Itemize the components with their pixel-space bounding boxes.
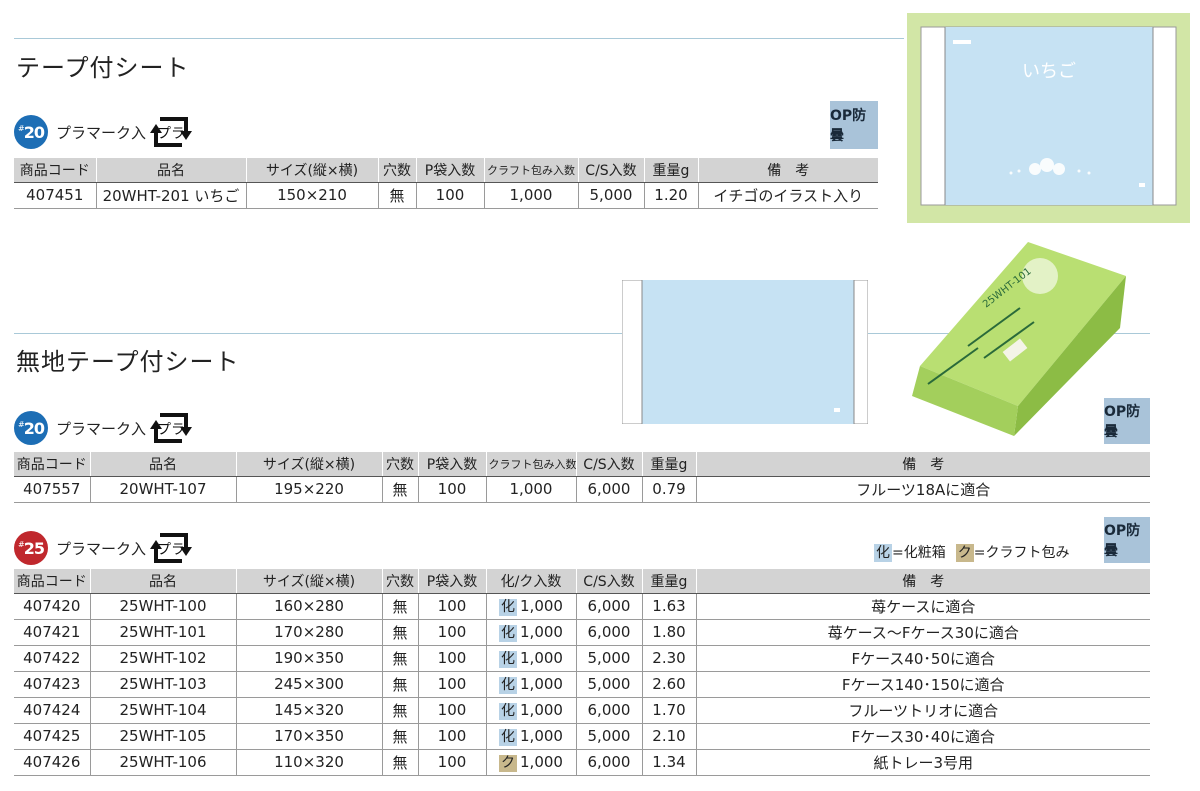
packaging-qty: 1,000 [520,752,563,771]
table-row: 407557 20WHT-107 195×220 無 100 1,000 6,0… [14,475,1150,503]
table-row: 407420 25WHT-100 160×280 無 100 化 1,000 6,000 1.6… [14,592,1150,620]
table-header-row: 商品コード 品名 サイズ(縦×横) 穴数 P袋入数 クラフト包み入数 C/S入数… [14,452,1150,477]
pla-recycle-icon: プラ [150,413,193,443]
legend-ku-text: =クラフト包み [973,545,1070,561]
op-antifog-badge: OP防曇 [1104,517,1150,563]
table-row: 407421 25WHT-101 170×280 無 100 化 1,000 6,000 1.8… [14,619,1150,646]
op-antifog-badge: OP防曇 [830,101,878,149]
legend-ku-mark: ク [955,544,974,562]
plain-sheet-image [622,280,868,424]
packaging-qty: 1,000 [520,622,563,641]
table-row: 407426 25WHT-106 110×320 無 100 ク 1,000 6,000 1.3… [14,749,1150,776]
packaging-qty: 1,000 [520,648,563,667]
table-header-row: 商品コード 品名 サイズ(縦×横) 穴数 P袋入数 クラフト包み入数 C/S入数… [14,158,878,183]
strawberry-sheet-image: いちご [907,13,1190,223]
svg-text:プラ: プラ [157,422,185,438]
section2-group1-header: #20 プラマーク入 プラ [14,410,193,446]
legend-ka-text: =化粧箱 [892,545,946,561]
pla-recycle-icon: プラ [150,533,193,563]
section1-rule [14,38,904,39]
section2-group2-header: #25 プラマーク入 プラ [14,530,193,566]
table-row: 407422 25WHT-102 190×350 無 100 化 1,000 5,000 2.3… [14,645,1150,672]
table-header-row: 商品コード 品名 サイズ(縦×横) 穴数 P袋入数 化/ク入数 C/S入数 重量… [14,569,1150,594]
packaging-qty: 1,000 [520,596,563,615]
table-row: 407423 25WHT-103 245×300 無 100 化 1,000 5,000 2.6… [14,671,1150,698]
packaging-kind-mark: 化 [499,650,518,668]
pla-mark-label: プラマーク入 [56,123,147,142]
pla-mark-label: プラマーク入 [56,539,147,558]
packaging-qty: 1,000 [520,726,563,745]
table-row: 407424 25WHT-104 145×320 無 100 化 1,000 6,000 1.7… [14,697,1150,724]
svg-text:プラ: プラ [157,126,185,142]
op-antifog-badge: OP防曇 [1104,398,1150,444]
section2-title: 無地テープ付シート [16,348,240,376]
packaging-qty: 1,000 [520,674,563,693]
thickness-badge: #20 [14,411,48,445]
table-row: 407425 25WHT-105 170×350 無 100 化 1,000 5,000 2.1… [14,723,1150,750]
table-row: 407451 20WHT-201 いちご 150×210 無 100 1,000… [14,181,878,209]
strawberry-label: いちご [1022,61,1076,82]
thickness-badge: #20 [14,115,48,149]
svg-text:プラ: プラ [157,542,185,558]
product-box-image: 25WHT-101 [912,242,1126,436]
packaging-kind-mark: 化 [499,676,518,694]
pla-recycle-icon: プラ [150,117,193,147]
section1-group-header: #20 プラマーク入 プラ [14,114,193,150]
thickness-badge: #25 [14,531,48,565]
packaging-kind-mark: ク [499,754,518,772]
section1-spec-table: 商品コード 品名 サイズ(縦×横) 穴数 P袋入数 クラフト包み入数 C/S入数… [14,158,878,209]
packaging-kind-mark: 化 [499,598,518,616]
pla-mark-label: プラマーク入 [56,419,147,438]
legend-ka-mark: 化 [874,544,892,562]
packaging-kind-mark: 化 [499,702,518,720]
packaging-qty: 1,000 [520,700,563,719]
section2-group2-table: 商品コード 品名 サイズ(縦×横) 穴数 P袋入数 化/ク入数 C/S入数 重量… [14,569,1150,776]
packaging-kind-mark: 化 [499,624,518,642]
kind-legend: 化 =化粧箱 ク =クラフト包み [874,542,1069,562]
packaging-kind-mark: 化 [499,728,518,746]
section2-group1-table: 商品コード 品名 サイズ(縦×横) 穴数 P袋入数 クラフト包み入数 C/S入数… [14,452,1150,503]
section1-title: テープ付シート [16,54,190,82]
